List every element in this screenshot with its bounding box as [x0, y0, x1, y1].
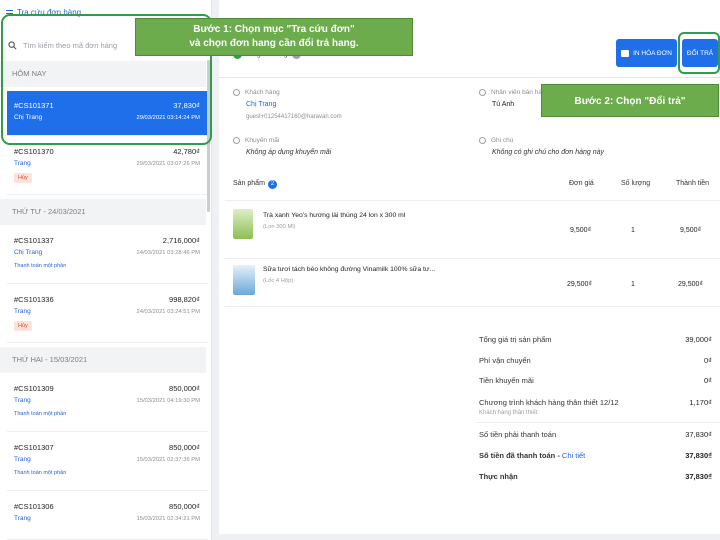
payable-value: 37,830₫ — [685, 430, 712, 439]
order-amount: 42,780₫ — [173, 147, 200, 156]
loyalty-label: Chương trình khách hàng thân thiết 12/12 — [479, 398, 619, 407]
order-item[interactable]: #CS101307 850,000₫ Trang 15/03/2021 02:3… — [7, 433, 208, 491]
order-item[interactable]: #CS101336 998,820₫ Trang 24/03/2021 03:2… — [7, 285, 208, 343]
order-datetime: 24/03/2021 03:24:51 PM — [136, 309, 201, 315]
section-monday: THỨ HAI - 15/03/2021 — [0, 347, 206, 373]
app-window: Tra cứu đơn hàng Tìm kiếm theo mã đơn hà… — [0, 0, 720, 540]
product-variant: (Lốc 4 Hộp) — [263, 278, 294, 284]
order-datetime: 15/03/2021 04:19:30 PM — [136, 398, 201, 404]
promo-value: Không áp dụng khuyến mãi — [246, 149, 332, 156]
order-amount: 850,000₫ — [169, 502, 200, 511]
order-item[interactable]: #CS101309 850,000₫ Trang 15/03/2021 04:1… — [7, 374, 208, 432]
status-badge: Hủy — [14, 173, 32, 183]
product-qty: 1 — [631, 281, 635, 288]
order-amount: 2,716,000₫ — [162, 236, 200, 245]
staff-label: Nhân viên bán hàng — [479, 89, 549, 96]
order-item[interactable]: #CS101337 2,716,000₫ Chị Trang 24/03/202… — [7, 226, 208, 284]
order-amount: 998,820₫ — [169, 295, 200, 304]
status-badge: Thanh toán một phần — [14, 411, 67, 417]
order-customer: Trang — [14, 308, 31, 315]
status-badge: Thanh toán một phần — [14, 263, 67, 269]
step1-callout-line1: Bước 1: Chọn mục "Tra cứu đơn" — [193, 24, 355, 35]
col-qty: Số lượng — [621, 180, 651, 187]
order-datetime: 15/03/2021 02:34:21 PM — [136, 516, 201, 522]
subtotal-label: Tổng giá trị sản phẩm — [479, 335, 552, 344]
order-code: #CS101307 — [14, 443, 54, 452]
order-datetime: 15/03/2021 02:37:36 PM — [136, 457, 201, 463]
paid-value: 37,830₫ — [685, 451, 712, 460]
status-badge: Thanh toán một phần — [14, 470, 67, 476]
product-qty: 1 — [631, 227, 635, 234]
note-icon — [479, 137, 486, 144]
promo-label: Khuyến mãi — [233, 137, 279, 144]
order-datetime: 29/03/2021 03:07:26 PM — [136, 161, 201, 167]
payable-label: Số tiền phải thanh toán — [479, 430, 557, 439]
staff-name: Tú Anh — [492, 101, 515, 108]
product-name: Trà xanh Yeo's hương lài thùng 24 lon x … — [263, 212, 406, 219]
order-amount: 850,000₫ — [169, 384, 200, 393]
status-badge: Hủy — [14, 321, 32, 331]
received-label: Thực nhận — [479, 472, 518, 481]
tag-icon — [233, 137, 240, 144]
order-customer: Chị Trang — [14, 249, 43, 256]
printer-icon — [621, 49, 630, 57]
order-datetime: 24/03/2021 03:28:46 PM — [136, 250, 201, 256]
step2-highlight-frame — [678, 32, 720, 74]
received-value: 37,830₫ — [685, 472, 712, 481]
customer-name-link[interactable]: Chị Trang — [246, 101, 276, 108]
product-variant: (Lon 300 Ml) — [263, 224, 296, 230]
step1-callout-line2: và chọn đơn hang cần đổi trả hang. — [189, 38, 359, 49]
order-item[interactable]: #CS101370 42,780₫ Trang 29/03/2021 03:07… — [7, 137, 208, 195]
paid-label: Số tiền đã thanh toán - Chi tiết — [479, 451, 586, 460]
order-item[interactable]: #CS101306 850,000₫ Trang 15/03/2021 02:3… — [7, 492, 208, 540]
table-divider — [225, 306, 720, 307]
shipping-label: Phí vận chuyển — [479, 356, 531, 365]
order-code: #CS101337 — [14, 236, 54, 245]
step1-callout: Bước 1: Chọn mục "Tra cứu đơn" và chọn đ… — [135, 18, 413, 56]
shipping-value: 0₫ — [703, 356, 712, 365]
product-price: 9,500₫ — [570, 227, 592, 234]
summary-divider — [475, 422, 720, 423]
print-invoice-label: IN HÓA ĐƠN — [633, 49, 672, 57]
product-row: Sữa tươi tách béo không đường Vinamilk 1… — [225, 258, 720, 301]
order-customer: Trang — [14, 456, 31, 463]
customer-email: guest+01254417160@haravan.com — [246, 114, 342, 120]
discount-value: 0₫ — [703, 376, 712, 385]
note-label: Ghi chú — [479, 137, 513, 144]
header-divider — [219, 77, 720, 78]
order-customer: Trang — [14, 515, 31, 522]
col-price: Đơn giá — [569, 180, 594, 187]
customer-label: Khách hàng — [233, 89, 280, 96]
discount-label: Tiền khuyến mãi — [479, 376, 534, 385]
product-price: 29,500₫ — [567, 281, 593, 288]
order-customer: Trang — [14, 397, 31, 404]
product-name: Sữa tươi tách béo không đường Vinamilk 1… — [263, 266, 436, 273]
product-thumbnail — [233, 209, 253, 239]
product-count-badge: 2 — [267, 180, 277, 189]
order-code: #CS101370 — [14, 147, 54, 156]
product-row: Trà xanh Yeo's hương lài thùng 24 lon x … — [225, 200, 720, 243]
product-total: 9,500₫ — [680, 227, 702, 234]
order-customer: Trang — [14, 160, 31, 167]
order-code: #CS101306 — [14, 502, 54, 511]
subtotal-value: 39,000₫ — [685, 335, 712, 344]
order-code: #CS101336 — [14, 295, 54, 304]
col-total: Thành tiền — [676, 180, 710, 187]
user-icon — [233, 89, 240, 96]
print-invoice-button[interactable]: IN HÓA ĐƠN — [616, 39, 677, 67]
paid-detail-link[interactable]: Chi tiết — [562, 451, 585, 460]
order-amount: 850,000₫ — [169, 443, 200, 452]
order-code: #CS101309 — [14, 384, 54, 393]
product-thumbnail — [233, 265, 255, 295]
step2-callout: Bước 2: Chọn "Đổi trả" — [541, 84, 719, 117]
user-circle-icon — [479, 89, 486, 96]
loyalty-value: 1,170₫ — [689, 398, 712, 407]
note-value: Không có ghi chú cho đơn hàng này — [492, 149, 605, 156]
section-wednesday: THỨ TƯ - 24/03/2021 — [0, 199, 206, 225]
product-total: 29,500₫ — [678, 281, 704, 288]
col-product: Sản phẩm 2 — [233, 180, 277, 189]
loyalty-sub: Khách hàng thân thiết — [479, 410, 538, 416]
